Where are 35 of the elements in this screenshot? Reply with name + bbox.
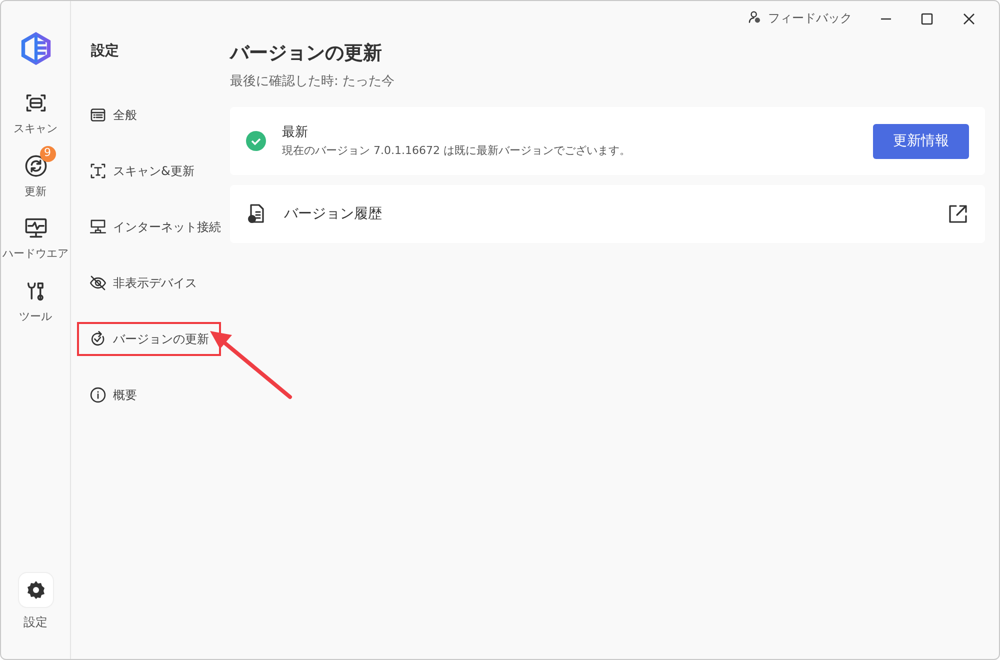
menu-item[interactable]: バージョンの更新	[77, 322, 221, 356]
text-frame-icon	[89, 162, 107, 180]
status-title: 最新	[282, 124, 309, 142]
feedback-button[interactable]: フィードバック	[747, 8, 853, 28]
rail-scan-button[interactable]: スキャン	[6, 83, 66, 138]
list-icon	[89, 106, 107, 124]
eye-slash-icon	[89, 274, 107, 292]
rail-tools-button[interactable]: ツール	[11, 270, 60, 325]
monitor-icon	[24, 216, 48, 240]
settings-icon	[24, 579, 46, 601]
menu-title: 設定	[91, 42, 120, 61]
notification-badge: 9	[40, 146, 56, 162]
maximize-icon	[920, 12, 934, 26]
rail-update-button[interactable]: 更新 9	[16, 146, 56, 200]
close-icon	[962, 12, 976, 26]
page-title: バージョンの更新	[230, 41, 383, 66]
update-info-button[interactable]: 更新情報	[873, 124, 969, 158]
check-circle-icon	[246, 131, 266, 151]
last-checked-text: 最後に確認した時: たった今	[230, 72, 396, 90]
menu-item[interactable]: 概要	[77, 378, 149, 412]
external-link-icon	[947, 203, 969, 225]
version-history-label: バージョン履歴	[284, 204, 383, 224]
logo-icon	[18, 31, 52, 65]
menu-item[interactable]: 全般	[77, 98, 149, 132]
menu-item[interactable]: インターネット接続	[77, 210, 233, 244]
network-icon	[89, 218, 107, 236]
minimize-icon	[880, 18, 892, 20]
version-status-text: 現在のバージョン 7.0.1.16672 は既に最新バージョンでございます。	[282, 142, 632, 158]
settings-button[interactable]: 設定	[18, 573, 52, 631]
refresh-check-icon	[89, 330, 107, 348]
info-icon	[89, 386, 107, 404]
menu-item[interactable]: スキャン&更新	[77, 154, 206, 188]
menu-item[interactable]: 非表示デバイス	[77, 266, 209, 300]
rail-hardware-button[interactable]: ハードウエア	[1, 208, 76, 262]
version-history-card[interactable]: バージョン履歴	[230, 185, 985, 243]
